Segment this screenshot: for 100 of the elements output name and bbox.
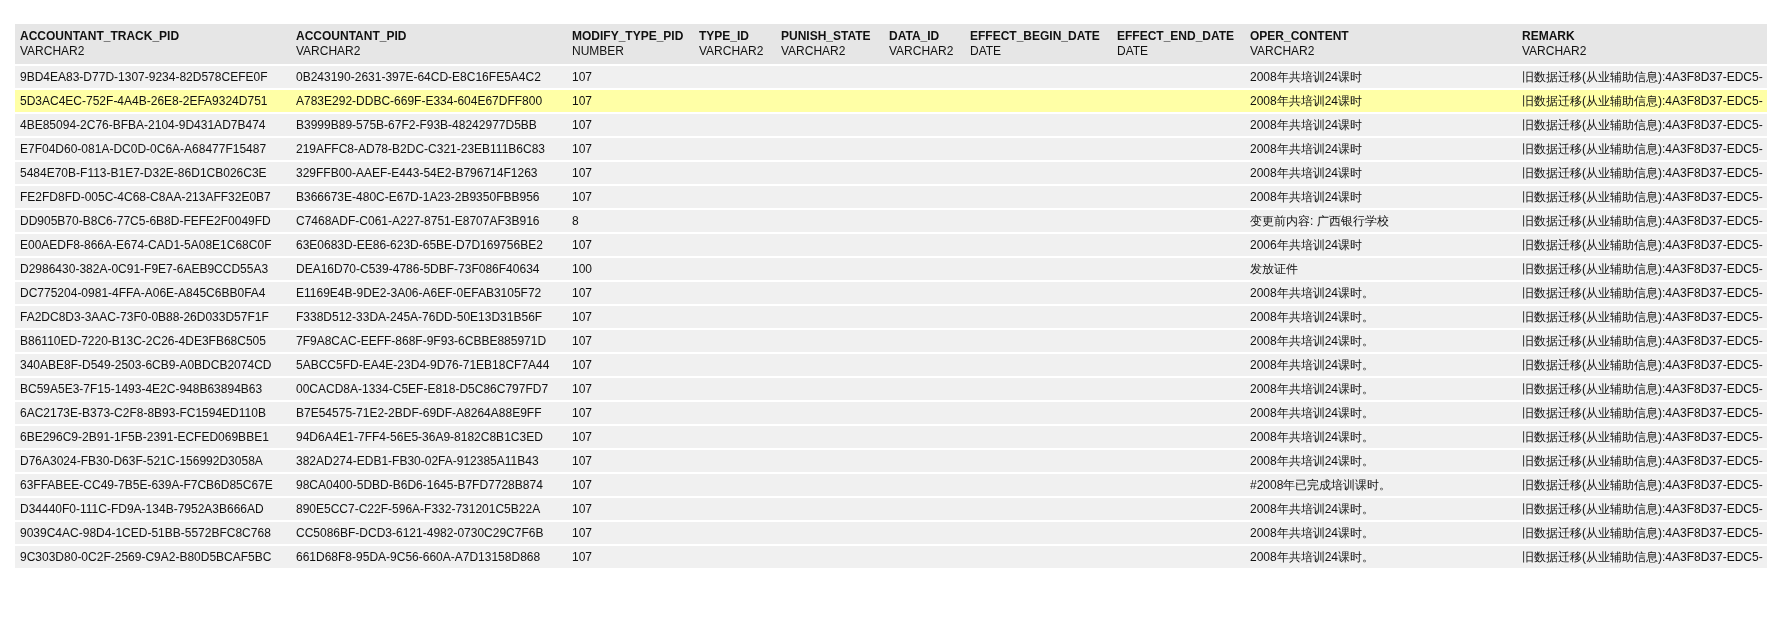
- table-cell: 107: [572, 94, 593, 108]
- table-row[interactable]: DC775204-0981-4FFA-A06E-A845C6BB0FA4 E1169E4B-9DE2-3A06-A6EF-0EFAB3105F72 107 2008年共培训24课时。 旧数据迁移(从业辅助信息):4A3F8D37-EDC5-: [15, 282, 1767, 306]
- table-cell: 2008年共培训24课时: [1250, 142, 1363, 156]
- table-cell: 9039C4AC-98D4-1CED-51BB-5572BFC8C768: [20, 526, 271, 540]
- table-cell: BC59A5E3-7F15-1493-4E2C-948B63894B63: [20, 382, 263, 396]
- column-name: OPER_CONTENT: [1250, 29, 1350, 44]
- table-cell: 2008年共培训24课时。: [1250, 334, 1375, 348]
- table-row[interactable]: 340ABE8F-D549-2503-6CB9-A0BDCB2074CD 5ABCC5FD-EA4E-23D4-9D76-71EB18CF7A44 107 2008年共培训24课时。 旧数据迁移(从业辅助信息):4A3F8D37-EDC5-: [15, 354, 1767, 378]
- table-cell: 2008年共培训24课时: [1250, 166, 1363, 180]
- table-cell: DC775204-0981-4FFA-A06E-A845C6BB0FA4: [20, 286, 266, 300]
- table-cell: 107: [572, 430, 593, 444]
- column-type: DATE: [1117, 44, 1150, 59]
- column-name: ACCOUNTANT_TRACK_PID: [20, 29, 181, 44]
- table-cell: 107: [572, 190, 593, 204]
- column-type: VARCHAR2: [889, 44, 955, 59]
- table-cell: 382AD274-EDB1-FB30-02FA-912385A11B43: [296, 454, 539, 468]
- table-row[interactable]: 9C303D80-0C2F-2569-C9A2-B80D5BCAF5BC 661D68F8-95DA-9C56-660A-A7D13158D868 107 2008年共培训24课时。 旧数据迁移(从业辅助信息):4A3F8D37-EDC5-: [15, 546, 1767, 570]
- column-name: REMARK: [1522, 29, 1576, 44]
- table-cell: 旧数据迁移(从业辅助信息):4A3F8D37-EDC5-: [1522, 478, 1763, 492]
- table-row[interactable]: B86110ED-7220-B13C-2C26-4DE3FB68C505 7F9A8CAC-EEFF-868F-9F93-6CBBE885971D 107 2008年共培训24课时。 旧数据迁移(从业辅助信息):4A3F8D37-EDC5-: [15, 330, 1767, 354]
- table-row[interactable]: FA2DC8D3-3AAC-73F0-0B88-26D033D57F1F F338D512-33DA-245A-76DD-50E13D31B56F 107 2008年共培训24课时。 旧数据迁移(从业辅助信息):4A3F8D37-EDC5-: [15, 306, 1767, 330]
- table-row[interactable]: 6AC2173E-B373-C2F8-8B93-FC1594ED110B B7E54575-71E2-2BDF-69DF-A8264A88E9FF 107 2008年共培训24课时。 旧数据迁移(从业辅助信息):4A3F8D37-EDC5-: [15, 402, 1767, 426]
- table-cell: B86110ED-7220-B13C-2C26-4DE3FB68C505: [20, 334, 266, 348]
- table-cell: C7468ADF-C061-A227-8751-E8707AF3B916: [296, 214, 540, 228]
- table-cell: D34440F0-111C-FD9A-134B-7952A3B666AD: [20, 502, 264, 516]
- table-row[interactable]: E7F04D60-081A-DC0D-0C6A-A68477F15487 219AFFC8-AD78-B2DC-C321-23EB111B6C83 107 2008年共培训24课时 旧数据迁移(从业辅助信息):4A3F8D37-EDC5-: [15, 138, 1767, 162]
- table-cell: 旧数据迁移(从业辅助信息):4A3F8D37-EDC5-: [1522, 454, 1763, 468]
- table-row[interactable]: 6BE296C9-2B91-1F5B-2391-ECFED069BBE1 94D6A4E1-7FF4-56E5-36A9-8182C8B1C3ED 107 2008年共培训24课时。 旧数据迁移(从业辅助信息):4A3F8D37-EDC5-: [15, 426, 1767, 450]
- table-cell: 107: [572, 118, 593, 132]
- table-cell: D76A3024-FB30-D63F-521C-156992D3058A: [20, 454, 263, 468]
- table-cell: 旧数据迁移(从业辅助信息):4A3F8D37-EDC5-: [1522, 334, 1763, 348]
- table-cell: 107: [572, 166, 593, 180]
- table-row[interactable]: 4BE85094-2C76-BFBA-2104-9D431AD7B474 B3999B89-575B-67F2-F93B-48242977D5BB 107 2008年共培训24课时 旧数据迁移(从业辅助信息):4A3F8D37-EDC5-: [15, 114, 1767, 138]
- column-type: VARCHAR2: [1250, 44, 1316, 59]
- table-cell: 2008年共培训24课时。: [1250, 454, 1375, 468]
- column-name: TYPE_ID: [699, 29, 750, 44]
- table-cell: 107: [572, 454, 593, 468]
- table-cell: 219AFFC8-AD78-B2DC-C321-23EB111B6C83: [296, 142, 545, 156]
- table-cell: 旧数据迁移(从业辅助信息):4A3F8D37-EDC5-: [1522, 406, 1763, 420]
- table-row[interactable]: BC59A5E3-7F15-1493-4E2C-948B63894B63 00CACD8A-1334-C5EF-E818-D5C86C797FD7 107 2008年共培训24课时。 旧数据迁移(从业辅助信息):4A3F8D37-EDC5-: [15, 378, 1767, 402]
- table-cell: FE2FD8FD-005C-4C68-C8AA-213AFF32E0B7: [20, 190, 271, 204]
- table-cell: 9C303D80-0C2F-2569-C9A2-B80D5BCAF5BC: [20, 550, 272, 564]
- table-cell: 旧数据迁移(从业辅助信息):4A3F8D37-EDC5-: [1522, 262, 1763, 276]
- table-cell: 旧数据迁移(从业辅助信息):4A3F8D37-EDC5-: [1522, 502, 1763, 516]
- table-cell: #2008年已完成培训课时。: [1250, 478, 1392, 492]
- column-type: VARCHAR2: [296, 44, 362, 59]
- column-type: DATE: [970, 44, 1003, 59]
- table-row[interactable]: DD905B70-B8C6-77C5-6B8D-FEFE2F0049FD C7468ADF-C061-A227-8751-E8707AF3B916 8 变更前内容: 广西银行学校 旧数据迁移(从业辅助信息):4A3F8D37-EDC5-: [15, 210, 1767, 234]
- table-cell: 107: [572, 70, 593, 84]
- table-cell: 2008年共培训24课时: [1250, 118, 1363, 132]
- table-cell: 107: [572, 310, 593, 324]
- table-row[interactable]: D76A3024-FB30-D63F-521C-156992D3058A 382AD274-EDB1-FB30-02FA-912385A11B43 107 2008年共培训24课时。 旧数据迁移(从业辅助信息):4A3F8D37-EDC5-: [15, 450, 1767, 474]
- table-cell: B366673E-480C-E67D-1A23-2B9350FBB956: [296, 190, 540, 204]
- table-cell: 旧数据迁移(从业辅助信息):4A3F8D37-EDC5-: [1522, 310, 1763, 324]
- table-cell: 6AC2173E-B373-C2F8-8B93-FC1594ED110B: [20, 406, 266, 420]
- table-cell: 旧数据迁移(从业辅助信息):4A3F8D37-EDC5-: [1522, 382, 1763, 396]
- column-name: ACCOUNTANT_PID: [296, 29, 408, 44]
- table-cell: 107: [572, 550, 593, 564]
- table-cell: 旧数据迁移(从业辅助信息):4A3F8D37-EDC5-: [1522, 238, 1763, 252]
- table-cell: 00CACD8A-1334-C5EF-E818-D5C86C797FD7: [296, 382, 549, 396]
- column-type: VARCHAR2: [699, 44, 765, 59]
- table-cell: FA2DC8D3-3AAC-73F0-0B88-26D033D57F1F: [20, 310, 269, 324]
- table-row[interactable]: 9039C4AC-98D4-1CED-51BB-5572BFC8C768 CC5086BF-DCD3-6121-4982-0730C29C7F6B 107 2008年共培训24课时。 旧数据迁移(从业辅助信息):4A3F8D37-EDC5-: [15, 522, 1767, 546]
- table-cell: 4BE85094-2C76-BFBA-2104-9D431AD7B474: [20, 118, 266, 132]
- table-cell: 2008年共培训24课时: [1250, 190, 1363, 204]
- table-row[interactable]: E00AEDF8-866A-E674-CAD1-5A08E1C68C0F 63E0683D-EE86-623D-65BE-D7D169756BE2 107 2006年共培训24课时 旧数据迁移(从业辅助信息):4A3F8D37-EDC5-: [15, 234, 1767, 258]
- column-type: VARCHAR2: [1522, 44, 1588, 59]
- table-cell: 旧数据迁移(从业辅助信息):4A3F8D37-EDC5-: [1522, 286, 1763, 300]
- table-cell: 旧数据迁移(从业辅助信息):4A3F8D37-EDC5-: [1522, 142, 1763, 156]
- table-cell: 2008年共培训24课时。: [1250, 358, 1375, 372]
- table-cell: 6BE296C9-2B91-1F5B-2391-ECFED069BBE1: [20, 430, 269, 444]
- table-cell: 2008年共培训24课时。: [1250, 382, 1375, 396]
- table-row[interactable]: D34440F0-111C-FD9A-134B-7952A3B666AD 890E5CC7-C22F-596A-F332-731201C5B22A 107 2008年共培训24课时。 旧数据迁移(从业辅助信息):4A3F8D37-EDC5-: [15, 498, 1767, 522]
- table-cell: 340ABE8F-D549-2503-6CB9-A0BDCB2074CD: [20, 358, 272, 372]
- table-row[interactable]: D2986430-382A-0C91-F9E7-6AEB9CCD55A3 DEA16D70-C539-4786-5DBF-73F086F40634 100 发放证件 旧数据迁移(从业辅助信息):4A3F8D37-EDC5-: [15, 258, 1767, 282]
- table-cell: 107: [572, 406, 593, 420]
- table-cell: 107: [572, 502, 593, 516]
- table-cell: 63E0683D-EE86-623D-65BE-D7D169756BE2: [296, 238, 543, 252]
- table-cell: F338D512-33DA-245A-76DD-50E13D31B56F: [296, 310, 543, 324]
- table-row[interactable]: 5D3AC4EC-752F-4A4B-26E8-2EFA9324D751 A783E292-DDBC-669F-E334-604E67DFF800 107 2008年共培训24课时 旧数据迁移(从业辅助信息):4A3F8D37-EDC5-: [15, 90, 1767, 114]
- table-cell: E1169E4B-9DE2-3A06-A6EF-0EFAB3105F72: [296, 286, 542, 300]
- table-cell: 旧数据迁移(从业辅助信息):4A3F8D37-EDC5-: [1522, 430, 1763, 444]
- table-cell: 旧数据迁移(从业辅助信息):4A3F8D37-EDC5-: [1522, 70, 1763, 84]
- table-row[interactable]: 9BD4EA83-D77D-1307-9234-82D578CEFE0F 0B243190-2631-397E-64CD-E8C16FE5A4C2 107 2008年共培训24课时 旧数据迁移(从业辅助信息):4A3F8D37-EDC5-: [15, 66, 1767, 90]
- table-cell: B3999B89-575B-67F2-F93B-48242977D5BB: [296, 118, 537, 132]
- table-cell: 661D68F8-95DA-9C56-660A-A7D13158D868: [296, 550, 541, 564]
- table-cell: 94D6A4E1-7FF4-56E5-36A9-8182C8B1C3ED: [296, 430, 543, 444]
- table-cell: CC5086BF-DCD3-6121-4982-0730C29C7F6B: [296, 526, 544, 540]
- table-cell: 2008年共培训24课时。: [1250, 310, 1375, 324]
- table-cell: 旧数据迁移(从业辅助信息):4A3F8D37-EDC5-: [1522, 166, 1763, 180]
- column-name: MODIFY_TYPE_PID: [572, 29, 685, 44]
- table-cell: 98CA0400-5DBD-B6D6-1645-B7FD7728B874: [296, 478, 543, 492]
- table-cell: 7F9A8CAC-EEFF-868F-9F93-6CBBE885971D: [296, 334, 547, 348]
- table-row[interactable]: 63FFABEE-CC49-7B5E-639A-F7CB6D85C67E 98CA0400-5DBD-B6D6-1645-B7FD7728B874 107 #2008年已完成培训课时。 旧数据迁移(从业辅助信息):4A3F8D37-EDC5-: [15, 474, 1767, 498]
- table-cell: 107: [572, 526, 593, 540]
- table-cell: 5D3AC4EC-752F-4A4B-26E8-2EFA9324D751: [20, 94, 268, 108]
- column-name: EFFECT_END_DATE: [1117, 29, 1236, 44]
- table-row[interactable]: FE2FD8FD-005C-4C68-C8AA-213AFF32E0B7 B366673E-480C-E67D-1A23-2B9350FBB956 107 2008年共培训24课时 旧数据迁移(从业辅助信息):4A3F8D37-EDC5-: [15, 186, 1767, 210]
- table-row[interactable]: 5484E70B-F113-B1E7-D32E-86D1CB026C3E 329FFB00-AAEF-E443-54E2-B796714F1263 107 2008年共培训24课时 旧数据迁移(从业辅助信息):4A3F8D37-EDC5-: [15, 162, 1767, 186]
- table-cell: 8: [572, 214, 579, 228]
